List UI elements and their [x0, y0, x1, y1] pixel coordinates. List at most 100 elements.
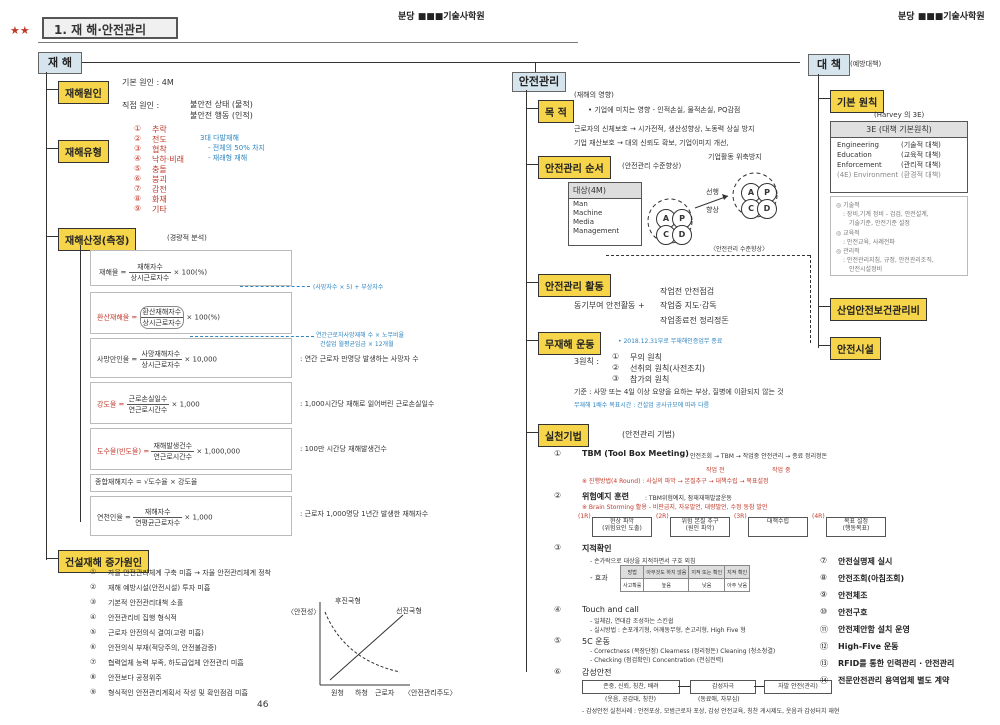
graph-x-label: 〈안전관리주도〉 — [404, 689, 457, 697]
emotion-title: 감성안전 — [582, 668, 612, 677]
section-practice: 실천기법 — [538, 424, 589, 447]
g3: ◎ 관리적 — [836, 248, 860, 255]
section-zero-accident: 무재해 운동 — [538, 332, 602, 355]
emotion-bl-2: (동료애, 자부심) — [698, 696, 740, 703]
increase-item-no: ④ — [90, 613, 97, 621]
emotion-box-2: 감성자극 — [690, 680, 756, 694]
f3-num: 사망재해자수 — [139, 350, 183, 360]
increase-item-text: 안전보다 공정위주 — [108, 674, 162, 682]
f5-num: 재해발생건수 — [151, 442, 195, 452]
point-no: ③ — [554, 543, 562, 552]
f6-text: 종합재해지수 = √도수율 × 강도율 — [95, 478, 198, 486]
curve-undeveloped — [324, 611, 401, 673]
branch — [46, 558, 58, 559]
risk-no: ② — [554, 491, 562, 500]
three-e-desc: (교육적 대책) — [901, 151, 941, 159]
page-number: 46 — [257, 700, 269, 710]
risk-step-round: (2R) — [656, 513, 669, 520]
f7-label: 연천인율 = — [97, 513, 131, 522]
risk-step-round: (4R) — [812, 513, 825, 520]
practice-item-text: RFID를 통한 인력관리 · 안전관리 — [838, 659, 955, 668]
section-purpose: 목 적 — [538, 100, 574, 123]
practice-item-text: 안전체조 — [838, 591, 868, 600]
direct-cause: 직접 원인 : — [122, 101, 160, 110]
g1: ◎ 기술적 — [836, 202, 860, 209]
cycle-arrow — [694, 195, 729, 209]
increase-item-no: ⑥ — [90, 643, 97, 651]
three-e-list: Engineering (기술적 대책) Education (교육적 대책) Enfo… — [831, 138, 967, 182]
f3-mult: × 10,000 — [184, 355, 217, 364]
f2-note-1: 연간근로자사망재해 수 × 노무비율 — [316, 332, 405, 339]
branch — [526, 164, 538, 165]
activity-r3: 작업종료전 정리정돈 — [660, 316, 729, 325]
f4-label: 강도율 = — [97, 400, 125, 409]
increase-item-text: 재해 예방시설(안전시설) 투자 미흡 — [108, 584, 211, 592]
branch — [46, 89, 58, 90]
type-item-no: ⑥ — [134, 174, 142, 183]
risk-title: 위험예지 훈련 — [582, 492, 629, 501]
guidance-box: ◎ 기술적 : 장비,기계 정비 - 검검, 안전설계, 기술기준, 안전기준 … — [830, 196, 968, 276]
formula-composite-index: 종합재해지수 = √도수율 × 강도율 — [90, 474, 292, 492]
risk-step-box: 현상 파악 (위험요인 도출) — [592, 517, 652, 537]
target-4m-item: Machine — [573, 209, 603, 217]
branch — [818, 306, 830, 307]
type-note-3: - 재래형 재해 — [208, 154, 248, 162]
pt-h3: 지적 확인 — [724, 565, 751, 579]
order-note: 〈안전관리 수준향상〉 — [710, 246, 769, 253]
f2-label: 환산재해율 = — [97, 313, 138, 322]
increase-item-text: 근로자 안전의식 결여(고령 미흡) — [108, 629, 204, 637]
tbm-note: ※ 진행방법(4 Round) : 사실의 파악 → 본질추구 → 대책수립 →… — [582, 478, 769, 485]
formula-death-rate: 사망만인율 = 사망재해자수 상시근로자수 × 10,000 — [90, 338, 292, 378]
formula-spine — [80, 245, 81, 522]
fivec-d1: - Correctness (복장단정) Clearness (정리정돈) Cl… — [590, 648, 776, 655]
logo-right: 분당 ■■■기술사학원 — [898, 12, 985, 22]
branch — [526, 108, 538, 109]
three-e-row: Enforcement (관리적 대책) — [837, 160, 961, 170]
measure-subtitle: (경량적 분석) — [167, 234, 207, 242]
risk-step-round: (3R) — [734, 513, 747, 520]
pt-r1: 높음 — [643, 578, 690, 592]
f4-mult: × 1,000 — [171, 400, 200, 409]
emotion-note: - 감성안전 실천사례 : 안전포상, 모범근로자 포상, 감성 안전교육, 칭… — [582, 708, 840, 715]
emotion-no: ⑥ — [554, 667, 562, 676]
pt-r2: 낮음 — [688, 578, 726, 592]
practice-item-text: High-Five 운동 — [838, 642, 899, 651]
f3-label: 사망만인율 = — [97, 355, 138, 364]
purpose-l1: • 기업에 미치는 영향 - 인적손실, 물적손실, PQ감점 — [588, 106, 741, 114]
g1d: : 장비,기계 정비 - 검검, 안전설계, — [843, 211, 929, 218]
f1-num: 재해자수 — [128, 262, 172, 273]
harvey: (Harvey 의 3E) — [874, 111, 925, 119]
risk-steps: (1R) 현상 파악 (위험요인 도출) (2R) 위험 본질 추구 (원인 파악) (… — [578, 513, 900, 539]
practice-item-no: ⑧ — [820, 573, 828, 582]
graph-x-tick-2: 하청 — [355, 689, 368, 697]
emotion-arrow-1 — [678, 686, 690, 687]
f4-desc: : 1,000시간당 재해로 잃어버린 근로손실일수 — [300, 400, 435, 408]
point-title: 지적확인 — [582, 544, 612, 553]
activity-r2: 작업중 지도·감독 — [660, 301, 717, 310]
type-item-no: ③ — [134, 144, 142, 153]
g2: ◎ 교육적 — [836, 230, 860, 237]
header-rule — [38, 42, 578, 43]
purpose-l4: 기업활동 위축방지 — [708, 153, 762, 161]
section-safety-cost: 산업안전보건관리비 — [830, 298, 927, 321]
tab-note: (예방대책) — [850, 60, 882, 68]
target-4m-box: 대상(4M) Man Machine Media Management — [568, 182, 642, 246]
zero-date: • 2018.12.31부로 무재해인증업무 종료 — [618, 338, 723, 345]
risk-step-round: (1R) — [578, 513, 591, 520]
type-note-2: - 전체의 50% 차지 — [208, 144, 265, 152]
tbm-before: 작업 전 — [706, 467, 725, 474]
basic-cause: 기본 원인 : 4M — [122, 78, 174, 87]
touch-title: Touch and call — [582, 605, 639, 614]
three-e-row: Engineering (기술적 대책) — [837, 140, 961, 150]
practice-item-no: ⑪ — [820, 625, 828, 634]
risk-desc: : TBM위험예지, 잠재재해발굴운동 — [645, 495, 732, 502]
f2-note-line — [190, 336, 314, 337]
principle-text: 선취의 원칙(사전조치) — [630, 364, 706, 373]
target-4m-item: Media — [573, 218, 595, 226]
target-4m-item: Man — [573, 200, 588, 208]
type-item-no: ④ — [134, 154, 142, 163]
activity-r1: 작업전 안전점검 — [660, 287, 715, 296]
zero-std: 기준 : 사망 또는 4일 이상 요양을 요하는 부상, 질병에 이환되지 않는… — [574, 388, 784, 396]
f4-num: 근로손실일수 — [126, 395, 170, 405]
formula-severity-rate: 강도율 = 근로손실일수 연근로시간수 × 1,000 — [90, 382, 292, 424]
